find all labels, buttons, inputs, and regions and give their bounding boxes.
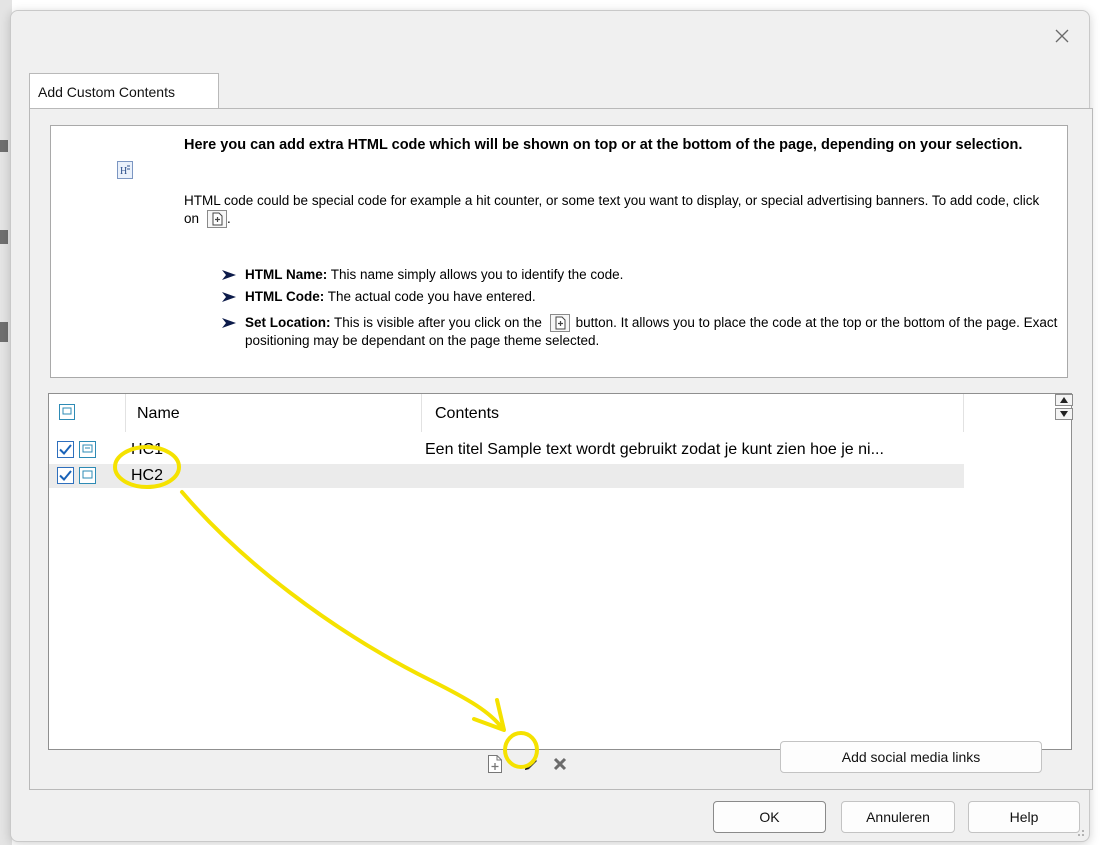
checkmark-icon bbox=[59, 444, 72, 455]
bullet-text: The actual code you have entered. bbox=[324, 289, 536, 304]
delete-code-button[interactable] bbox=[549, 753, 571, 775]
tab-page: H Here you can add extra HTML code which… bbox=[29, 108, 1093, 790]
checkmark-icon bbox=[59, 470, 72, 481]
delete-x-icon bbox=[553, 757, 567, 771]
scroll-down-button[interactable] bbox=[1055, 408, 1073, 420]
bullet-html-code: HTML Code: The actual code you have ente… bbox=[221, 288, 1061, 306]
column-header-name[interactable]: Name bbox=[137, 405, 180, 423]
list-row-selected[interactable]: HC2 bbox=[49, 464, 964, 488]
intro-heading: Here you can add extra HTML code which w… bbox=[184, 137, 1023, 153]
column-divider bbox=[963, 394, 964, 432]
add-code-button[interactable] bbox=[484, 753, 506, 775]
list-row[interactable]: HC1 Een titel Sample text wordt gebruikt… bbox=[49, 438, 964, 462]
svg-text:H: H bbox=[120, 166, 127, 177]
add-social-media-links-button[interactable]: Add social media links bbox=[780, 741, 1042, 773]
edit-code-button[interactable] bbox=[520, 753, 542, 775]
close-icon bbox=[1055, 29, 1069, 43]
row-name: HC2 bbox=[131, 467, 164, 484]
intro-body: HTML code could be special code for exam… bbox=[184, 192, 1054, 228]
row-checkbox[interactable] bbox=[57, 467, 74, 484]
cancel-button[interactable]: Annuleren bbox=[841, 801, 955, 833]
row-name: HC1 bbox=[131, 441, 164, 458]
bullet-term: Set Location: bbox=[245, 315, 331, 330]
chevron-right-icon bbox=[222, 292, 236, 302]
info-panel: H Here you can add extra HTML code which… bbox=[50, 125, 1068, 378]
html-block-icon bbox=[79, 467, 96, 484]
chevron-right-icon bbox=[222, 270, 236, 280]
bullet-term: HTML Code: bbox=[245, 289, 325, 304]
html-page-icon: H bbox=[117, 161, 133, 179]
html-block-icon bbox=[59, 404, 75, 420]
ok-button[interactable]: OK bbox=[713, 801, 826, 833]
intro-body-end: . bbox=[227, 211, 231, 226]
close-button[interactable] bbox=[1047, 23, 1077, 49]
bullet-text: This name simply allows you to identify … bbox=[327, 267, 624, 282]
chevron-right-icon bbox=[222, 318, 236, 328]
add-custom-contents-dialog: Add Custom Contents H Here you can add e… bbox=[10, 10, 1093, 842]
background-mark bbox=[0, 322, 8, 342]
column-divider bbox=[421, 394, 422, 432]
new-document-icon bbox=[488, 755, 502, 773]
resize-grip-icon[interactable] bbox=[1075, 827, 1085, 837]
column-header-contents[interactable]: Contents bbox=[435, 405, 499, 423]
column-divider bbox=[125, 394, 126, 432]
bullet-html-name: HTML Name: This name simply allows you t… bbox=[221, 266, 1061, 284]
list-scroll-buttons bbox=[1055, 394, 1073, 422]
new-document-icon bbox=[549, 314, 570, 332]
help-button[interactable]: Help bbox=[968, 801, 1080, 833]
html-block-icon bbox=[79, 441, 96, 458]
list-header: Name Contents bbox=[49, 394, 991, 432]
bullet-list: HTML Name: This name simply allows you t… bbox=[221, 266, 1061, 354]
bullet-term: HTML Name: bbox=[245, 267, 328, 282]
scroll-up-button[interactable] bbox=[1055, 394, 1073, 406]
row-checkbox[interactable] bbox=[57, 441, 74, 458]
new-document-icon bbox=[207, 210, 228, 228]
background-mark bbox=[0, 140, 8, 152]
intro-body-text: HTML code could be special code for exam… bbox=[184, 193, 1040, 226]
tab-add-custom-contents[interactable]: Add Custom Contents bbox=[29, 73, 219, 109]
title-bar bbox=[11, 11, 1089, 59]
custom-code-list[interactable]: Name Contents HC1 Een titel Sample text … bbox=[48, 393, 1072, 750]
row-contents: Een titel Sample text wordt gebruikt zod… bbox=[425, 441, 884, 458]
background-mark bbox=[0, 230, 8, 244]
triangle-up-icon bbox=[1060, 397, 1068, 403]
triangle-down-icon bbox=[1060, 411, 1068, 417]
bullet-set-location: Set Location: This is visible after you … bbox=[221, 314, 1061, 350]
pencil-icon bbox=[525, 758, 537, 770]
bullet-text: This is visible after you click on the bbox=[330, 315, 542, 330]
